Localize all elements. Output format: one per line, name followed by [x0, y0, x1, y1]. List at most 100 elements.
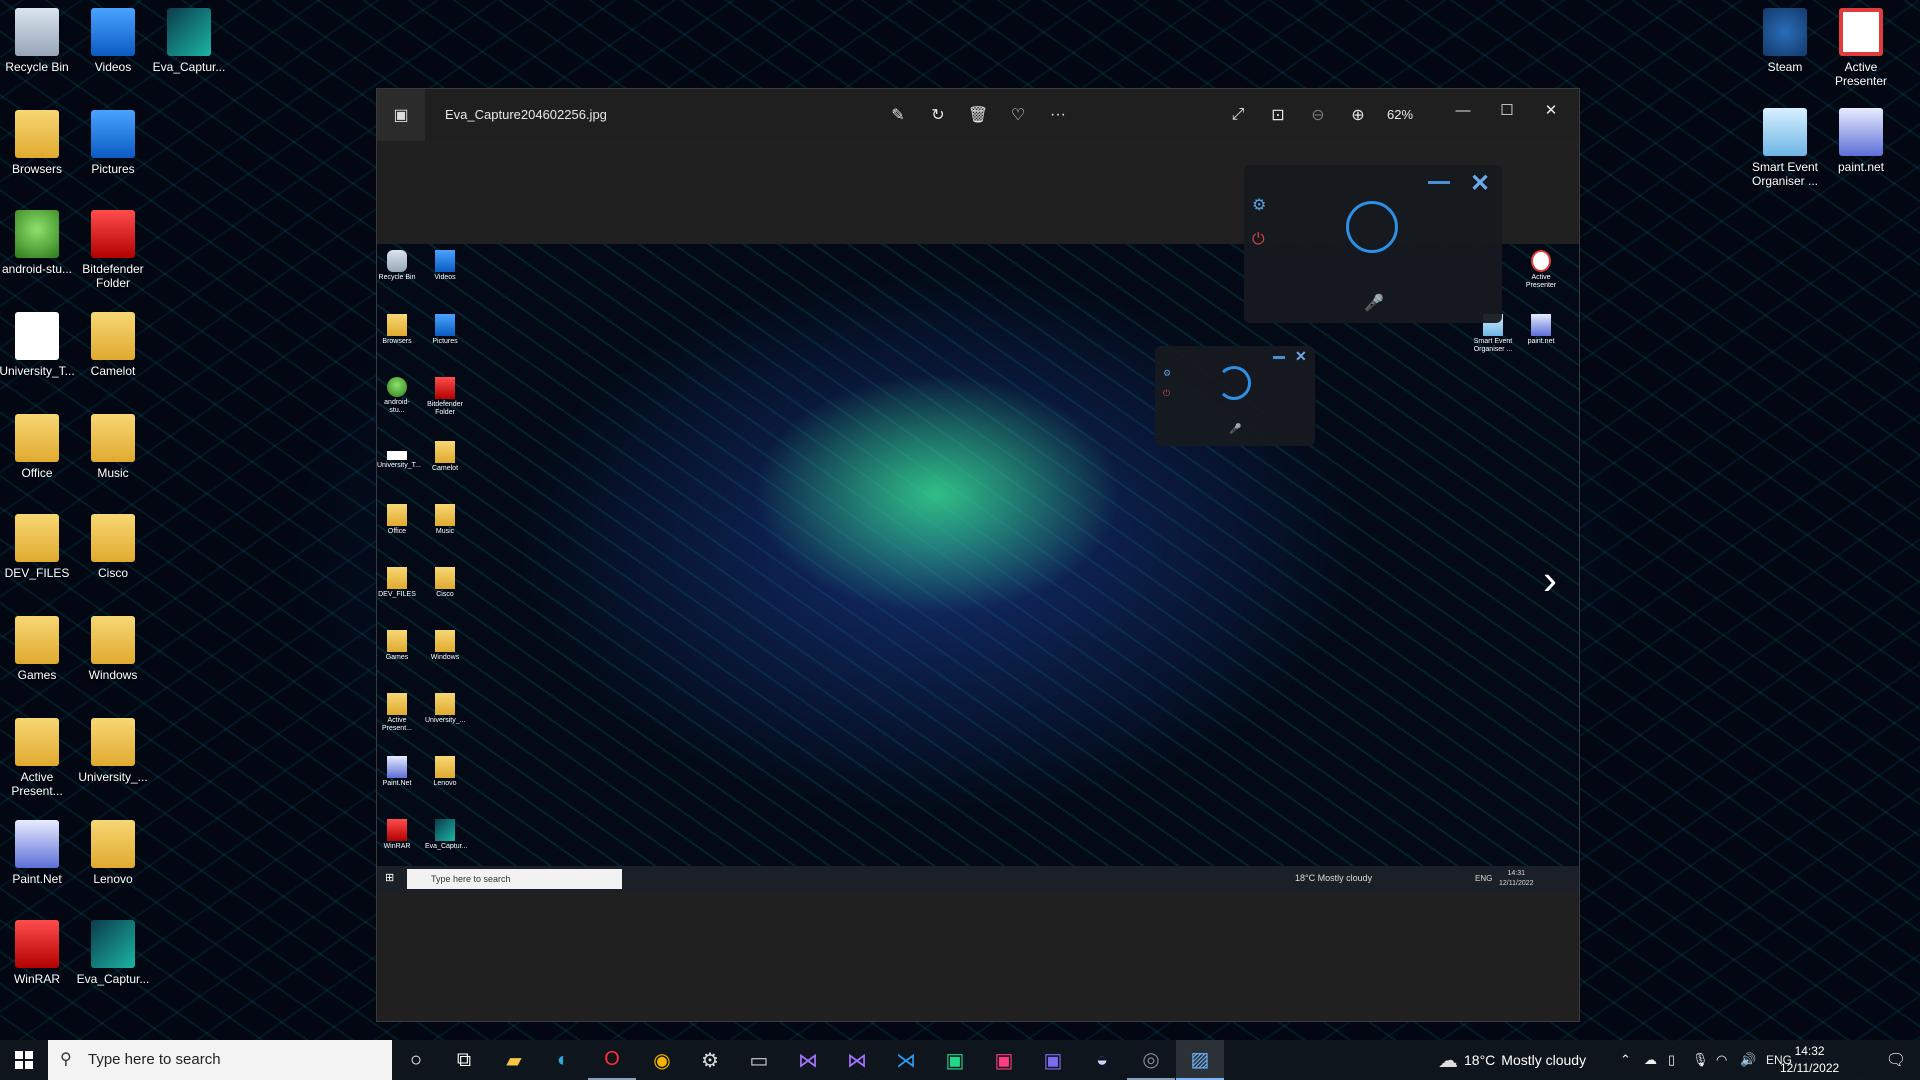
- inner-date: 12/11/2022: [1499, 880, 1534, 887]
- desktop-icon-paint-net-right[interactable]: paint.net: [1818, 108, 1904, 174]
- folder-icon: [435, 567, 455, 589]
- show-hidden-icons-chevron-icon[interactable]: ⌃: [1620, 1040, 1631, 1080]
- volume-icon[interactable]: 🔊: [1740, 1040, 1756, 1080]
- inner-icon-university-t: University_T...: [377, 441, 421, 470]
- edge-icon[interactable]: ◐: [539, 1040, 587, 1080]
- inner-icon-camelot: Camelot: [425, 441, 465, 473]
- dataspell-icon[interactable]: ▣: [1029, 1040, 1077, 1080]
- file-name: Eva_Capture204602256.jpg: [445, 107, 607, 122]
- desktop-icon-university-t[interactable]: University_T...: [0, 312, 80, 378]
- desktop-icon-games[interactable]: Games: [0, 616, 80, 682]
- eclipse-icon[interactable]: ◒: [1078, 1040, 1126, 1080]
- eva-assistant-widget: ✕ ⚙ ⏻ 🎤: [1244, 165, 1502, 323]
- file-explorer-icon[interactable]: ▰: [490, 1040, 538, 1080]
- cortana-icon[interactable]: ○: [392, 1040, 440, 1080]
- photo-canvas[interactable]: Recycle Bin Videos Browsers Pictures and…: [377, 244, 1579, 892]
- zoom-out-icon[interactable]: ⊖: [1304, 103, 1332, 127]
- visual-studio-2-icon[interactable]: ⋈: [833, 1040, 881, 1080]
- cloud-icon: ☁: [1438, 1049, 1458, 1072]
- next-image-chevron-icon[interactable]: ›: [1543, 559, 1557, 601]
- desktop-icon-eva-capture[interactable]: Eva_Captur...: [146, 8, 232, 74]
- zoom-in-icon[interactable]: ⊕: [1344, 103, 1372, 127]
- pycharm-icon[interactable]: ▣: [931, 1040, 979, 1080]
- minimize-button[interactable]: —: [1443, 95, 1483, 125]
- opera-icon[interactable]: O: [588, 1040, 636, 1080]
- vscode-icon[interactable]: ⋊: [882, 1040, 930, 1080]
- photos-app-taskbar-icon[interactable]: ▨: [1176, 1040, 1224, 1080]
- desktop-icon-cisco[interactable]: Cisco: [70, 514, 156, 580]
- power-icon[interactable]: ⏻: [1252, 231, 1265, 249]
- eva-minimize-button[interactable]: [1428, 181, 1450, 184]
- folder-icon: [435, 630, 455, 652]
- lenovo-folder-icon: [435, 756, 455, 778]
- microphone-icon[interactable]: 🎤: [1364, 293, 1384, 313]
- edit-icon[interactable]: ✎: [884, 103, 912, 127]
- taskbar-clock[interactable]: 14:32 12/11/2022: [1780, 1043, 1839, 1077]
- photos-app-icon[interactable]: ▣: [377, 89, 425, 141]
- desktop-icon-active-presenter-file[interactable]: Active Present...: [0, 718, 80, 798]
- desktop-icon-windows[interactable]: Windows: [70, 616, 156, 682]
- fullscreen-icon[interactable]: ⤢: [1224, 103, 1252, 127]
- actual-size-icon[interactable]: ⊡: [1264, 103, 1292, 127]
- android-studio-icon: [15, 210, 59, 258]
- desktop-icon-university-folder[interactable]: University_...: [70, 718, 156, 784]
- desktop-icon-bitdefender[interactable]: Bitdefender Folder: [70, 210, 156, 290]
- desktop-icon-dev-files[interactable]: DEV_FILES: [0, 514, 80, 580]
- desktop-icon-eva-capture-2[interactable]: Eva_Captur...: [70, 920, 156, 986]
- terminal-icon[interactable]: ▭: [735, 1040, 783, 1080]
- paint-net-icon: [387, 756, 407, 778]
- taskbar-search-box[interactable]: ⚲ Type here to search: [48, 1040, 392, 1080]
- active-presenter-icon: [1531, 250, 1551, 272]
- desktop-icon-office[interactable]: Office: [0, 414, 80, 480]
- maximize-button[interactable]: ☐: [1487, 95, 1527, 125]
- visual-studio-icon[interactable]: ⋈: [784, 1040, 832, 1080]
- delete-icon[interactable]: 🗑: [964, 103, 992, 127]
- folder-icon: [91, 514, 135, 562]
- intellij-icon[interactable]: ▣: [980, 1040, 1028, 1080]
- zoom-level[interactable]: 62%: [1387, 107, 1413, 122]
- gear-icon[interactable]: ⚙: [1252, 195, 1266, 215]
- close-button[interactable]: ✕: [1531, 95, 1571, 125]
- desktop-icon-music[interactable]: Music: [70, 414, 156, 480]
- chrome-icon[interactable]: ◉: [638, 1040, 686, 1080]
- desktop-icon-smart-event[interactable]: Smart Event Organiser ...: [1742, 108, 1828, 188]
- desktop-icon-steam[interactable]: Steam: [1742, 8, 1828, 74]
- desktop-icon-lenovo[interactable]: Lenovo: [70, 820, 156, 886]
- settings-gear-icon[interactable]: ⚙: [686, 1040, 734, 1080]
- desktop-icon-camelot[interactable]: Camelot: [70, 312, 156, 378]
- start-button[interactable]: [0, 1040, 48, 1080]
- desktop-icon-android-studio[interactable]: android-stu...: [0, 210, 80, 276]
- folder-icon: [91, 616, 135, 664]
- desktop-icon-paint-net[interactable]: Paint.Net: [0, 820, 80, 886]
- desktop-icon-recycle-bin[interactable]: Recycle Bin: [0, 8, 80, 74]
- desktop-icon-active-presenter[interactable]: Active Presenter: [1818, 8, 1904, 88]
- desktop-icon-videos[interactable]: Videos: [70, 8, 156, 74]
- task-view-icon[interactable]: ⧉: [440, 1040, 488, 1080]
- wifi-icon[interactable]: ◠: [1716, 1040, 1727, 1080]
- music-folder-icon: [435, 504, 455, 526]
- inner-taskbar: ⊞ Type here to search 18°C Mostly cloudy…: [377, 866, 1579, 892]
- onedrive-icon[interactable]: ☁: [1644, 1040, 1657, 1080]
- search-placeholder: Type here to search: [88, 1051, 221, 1068]
- notification-center-icon[interactable]: 🗨: [1876, 1040, 1916, 1080]
- active-presenter-file-icon: [15, 718, 59, 766]
- photos-titlebar[interactable]: ▣ Eva_Capture204602256.jpg ✎ ↻ 🗑 ♡ ··· ⤢…: [377, 89, 1579, 141]
- power-icon: ⏻: [1163, 388, 1171, 398]
- eva-close-button[interactable]: ✕: [1470, 169, 1490, 198]
- android-studio-icon: [387, 377, 407, 397]
- desktop-icon-browsers[interactable]: Browsers: [0, 110, 80, 176]
- active-presenter-file-icon: [387, 693, 407, 715]
- desktop-icon-pictures[interactable]: Pictures: [70, 110, 156, 176]
- microphone-tray-icon[interactable]: 🎙: [1692, 1040, 1709, 1080]
- favorite-icon[interactable]: ♡: [1004, 103, 1032, 127]
- inner-icon-pictures: Pictures: [425, 314, 465, 346]
- desktop-icon-winrar[interactable]: WinRAR: [0, 920, 80, 986]
- more-icon[interactable]: ···: [1044, 103, 1072, 127]
- inner-language: ENG: [1475, 874, 1493, 883]
- weather-widget[interactable]: ☁ 18°C Mostly cloudy: [1438, 1040, 1586, 1080]
- eva-app-icon[interactable]: ◎: [1127, 1040, 1175, 1080]
- device-icon[interactable]: ▯: [1668, 1040, 1675, 1080]
- inner-icon-windows: Windows: [425, 630, 465, 662]
- rotate-icon[interactable]: ↻: [924, 103, 952, 127]
- clock-date: 12/11/2022: [1780, 1061, 1840, 1075]
